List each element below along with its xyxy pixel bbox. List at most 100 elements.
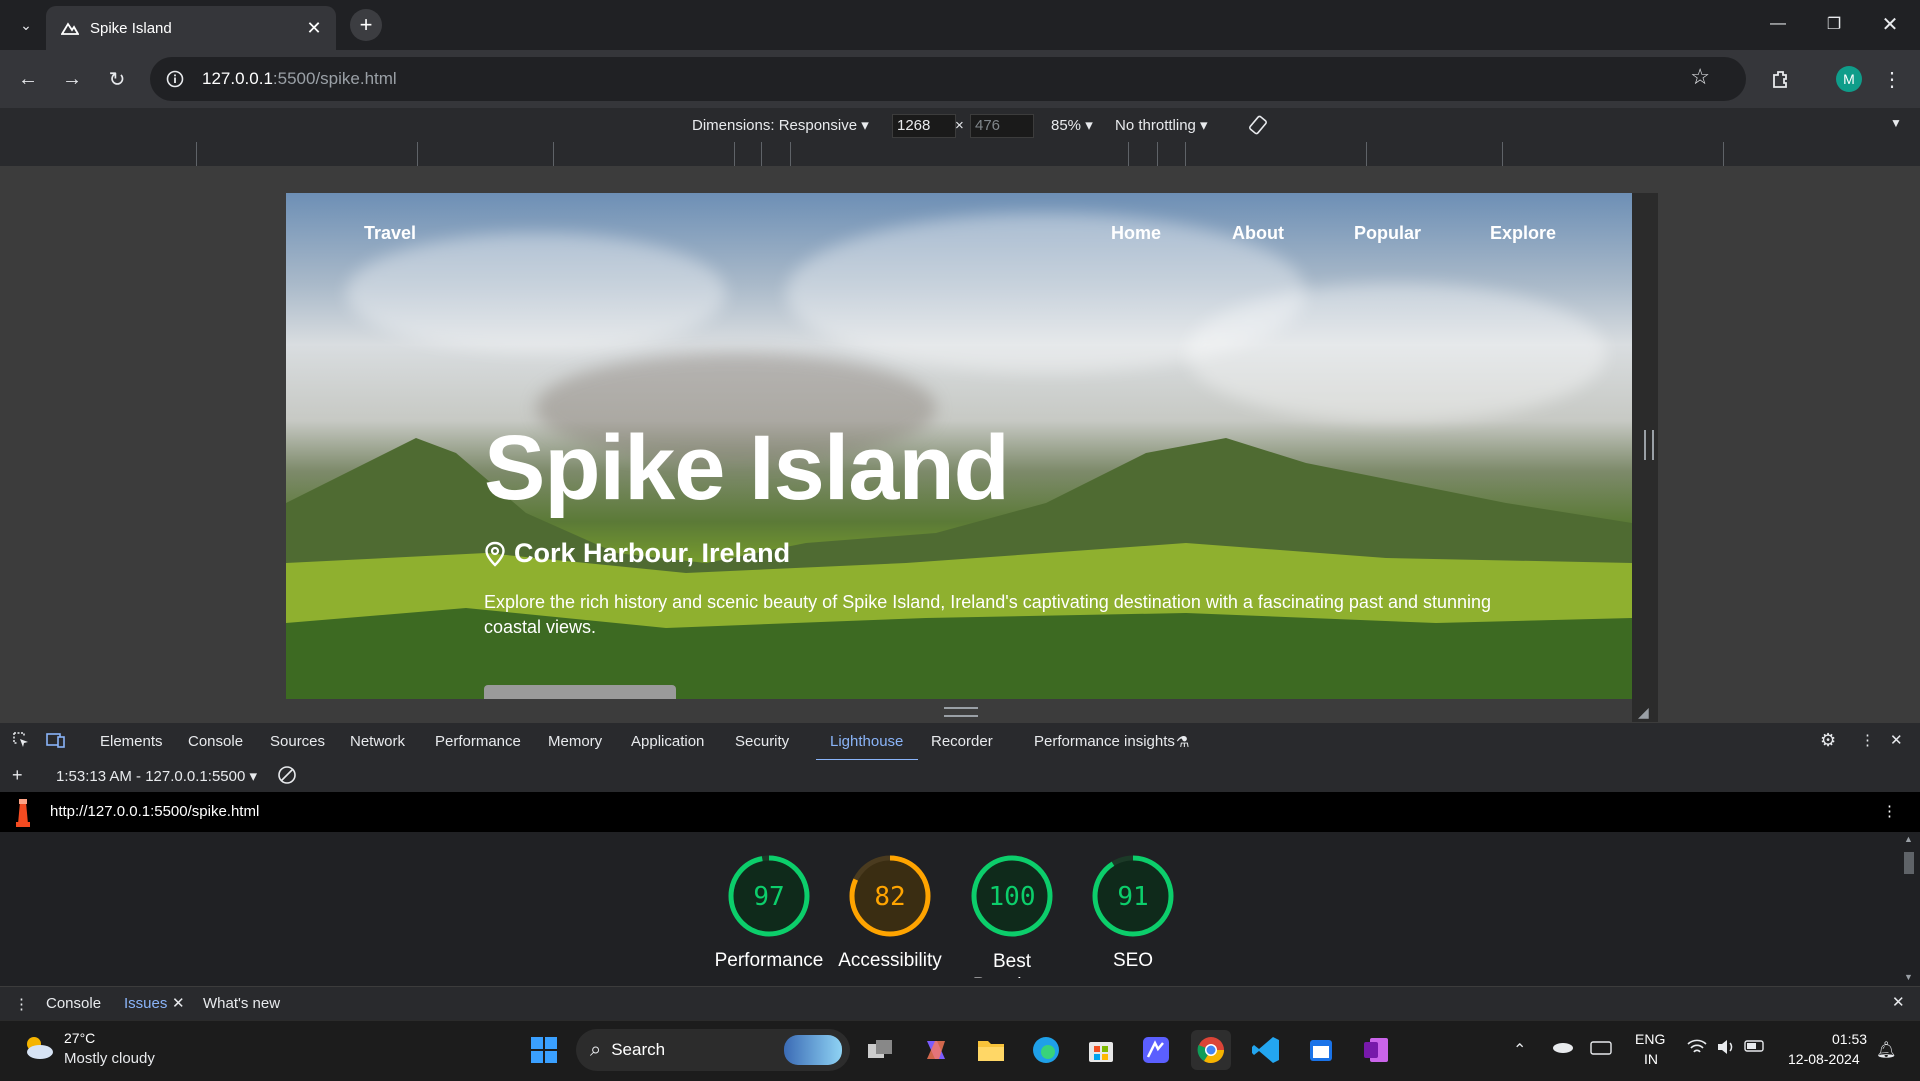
new-tab-button[interactable]: + [350, 9, 382, 41]
minimize-icon[interactable]: — [1758, 8, 1798, 40]
media-query-bar[interactable] [0, 142, 1920, 167]
site-info-icon[interactable] [160, 64, 190, 94]
zoom-select[interactable]: 85% ▾ [1051, 116, 1093, 134]
report-menu-icon[interactable]: ⋮ [1882, 802, 1897, 820]
report-url[interactable]: http://127.0.0.1:5500/spike.html [50, 803, 259, 820]
hero-section: Travel Home About Popular Explore Spike … [286, 193, 1632, 699]
nav-home[interactable]: Home [1111, 223, 1161, 244]
devtools-more-icon[interactable]: ⋮ [1860, 731, 1875, 749]
bookmark-star-icon[interactable]: ☆ [1690, 64, 1710, 90]
score-gauge-accessibility[interactable]: 82 [848, 854, 932, 938]
score-gauge-seo[interactable]: 91 [1091, 854, 1175, 938]
close-tab-icon[interactable]: ✕ [302, 16, 326, 40]
weather-cloud-sun-icon[interactable] [20, 1032, 56, 1067]
tray-overflow-icon[interactable]: ⌃ [1513, 1040, 1526, 1060]
task-view-icon[interactable] [860, 1030, 900, 1070]
nav-explore[interactable]: Explore [1490, 223, 1556, 244]
resize-handle-bottom[interactable] [944, 707, 978, 717]
keyboard-icon[interactable] [1590, 1040, 1612, 1061]
brand-logo[interactable]: Travel [364, 223, 416, 244]
browser-menu-icon[interactable]: ⋮ [1876, 63, 1908, 95]
hero-cta-button[interactable] [484, 685, 676, 699]
lighthouse-url-bar: http://127.0.0.1:5500/spike.html ⋮ [0, 792, 1920, 832]
weather-temp[interactable]: 27°C [64, 1030, 95, 1046]
volume-icon[interactable] [1716, 1038, 1736, 1061]
resize-handle-right[interactable] [1644, 430, 1654, 460]
mountain-icon [60, 18, 80, 38]
close-window-icon[interactable]: ✕ [1870, 8, 1910, 40]
drawer-tab-console[interactable]: Console [46, 995, 101, 1012]
drawer-tab-whats-new[interactable]: What's new [203, 995, 280, 1012]
score-label: Performance [714, 950, 824, 971]
width-input[interactable]: 1268 [892, 114, 956, 138]
microsoft-store-icon[interactable] [1081, 1030, 1121, 1070]
notification-bell-icon[interactable]: 🔔︎ [1876, 1040, 1896, 1060]
inspect-element-icon[interactable] [12, 731, 30, 753]
chrome-icon[interactable] [1191, 1030, 1231, 1070]
vscode-icon[interactable] [1246, 1030, 1286, 1070]
extensions-icon[interactable] [1765, 63, 1797, 95]
tab-recorder[interactable]: Recorder [931, 733, 993, 750]
clock-time[interactable]: 01:53 [1832, 1031, 1867, 1047]
browser-tab[interactable]: Spike Island ✕ [46, 6, 336, 50]
score-label: Accessibility [838, 950, 942, 971]
nav-popular[interactable]: Popular [1354, 223, 1421, 244]
file-explorer-icon[interactable] [971, 1030, 1011, 1070]
tab-title: Spike Island [90, 19, 172, 37]
tab-security[interactable]: Security [735, 733, 789, 750]
height-input[interactable]: 476 [970, 114, 1034, 138]
tab-elements[interactable]: Elements [100, 733, 163, 750]
score-gauge-performance[interactable]: 97 [727, 854, 811, 938]
tab-search-chevron-icon[interactable]: ⌄ [14, 13, 38, 37]
nav-about[interactable]: About [1232, 223, 1284, 244]
tab-lighthouse[interactable]: Lighthouse [830, 733, 903, 750]
forward-icon[interactable]: → [56, 63, 88, 95]
tab-memory[interactable]: Memory [548, 733, 602, 750]
restore-icon[interactable]: ❐ [1814, 8, 1854, 40]
windows-start-icon[interactable] [524, 1030, 564, 1070]
drawer-menu-icon[interactable]: ⋮ [14, 995, 29, 1013]
tab-network[interactable]: Network [350, 733, 405, 750]
taskbar-search[interactable]: ⌕ Search [576, 1029, 850, 1071]
tab-sources[interactable]: Sources [270, 733, 325, 750]
resize-handle-corner[interactable]: ◢ [1638, 704, 1652, 720]
ai-app-icon[interactable] [1136, 1030, 1176, 1070]
dimensions-select[interactable]: Dimensions: Responsive ▾ [692, 116, 869, 134]
tab-performance-insights[interactable]: Performance insights [1034, 733, 1175, 750]
score-gauge-best-practices[interactable]: 100 [970, 854, 1054, 938]
calendar-icon[interactable] [1301, 1030, 1341, 1070]
device-toolbar: Dimensions: Responsive ▾ 1268 × 476 85% … [0, 108, 1920, 143]
language-bottom[interactable]: IN [1644, 1051, 1658, 1067]
tab-application[interactable]: Application [631, 733, 704, 750]
clear-reports-icon[interactable] [277, 765, 297, 789]
tab-performance[interactable]: Performance [435, 733, 521, 750]
throttling-select[interactable]: No throttling ▾ [1115, 116, 1208, 134]
edge-icon[interactable] [1026, 1030, 1066, 1070]
copilot-icon[interactable] [916, 1030, 956, 1070]
close-devtools-icon[interactable]: ✕ [1890, 731, 1903, 749]
close-issues-icon[interactable]: ✕ [172, 994, 185, 1012]
score-label: Best Practices [973, 951, 1051, 978]
wifi-icon[interactable] [1686, 1038, 1708, 1061]
address-bar[interactable]: 127.0.0.1:5500/spike.html ☆ [150, 57, 1746, 101]
onenote-icon[interactable] [1356, 1030, 1396, 1070]
report-selector[interactable]: 1:53:13 AM - 127.0.0.1:5500 ▾ [56, 767, 257, 785]
onedrive-icon[interactable] [1550, 1038, 1574, 1059]
back-icon[interactable]: ← [12, 63, 44, 95]
weather-desc[interactable]: Mostly cloudy [64, 1050, 155, 1067]
tab-console[interactable]: Console [188, 733, 243, 750]
drawer-tab-issues[interactable]: Issues [124, 995, 167, 1012]
reload-icon[interactable]: ↻ [101, 63, 133, 95]
new-report-icon[interactable]: + [12, 765, 23, 786]
battery-icon[interactable] [1744, 1039, 1766, 1058]
report-scrollbar[interactable]: ▲ ▼ [1898, 832, 1920, 986]
svg-text:91: 91 [1117, 882, 1148, 912]
clock-date[interactable]: 12-08-2024 [1788, 1051, 1860, 1067]
device-toolbar-more-icon[interactable]: ▼ [1890, 116, 1902, 130]
close-drawer-icon[interactable]: ✕ [1892, 993, 1905, 1011]
rotate-icon[interactable] [1247, 114, 1269, 140]
profile-avatar[interactable]: M [1836, 66, 1862, 92]
language-top[interactable]: ENG [1635, 1031, 1665, 1047]
device-toggle-icon[interactable] [46, 731, 66, 753]
settings-gear-icon[interactable]: ⚙ [1820, 730, 1836, 751]
